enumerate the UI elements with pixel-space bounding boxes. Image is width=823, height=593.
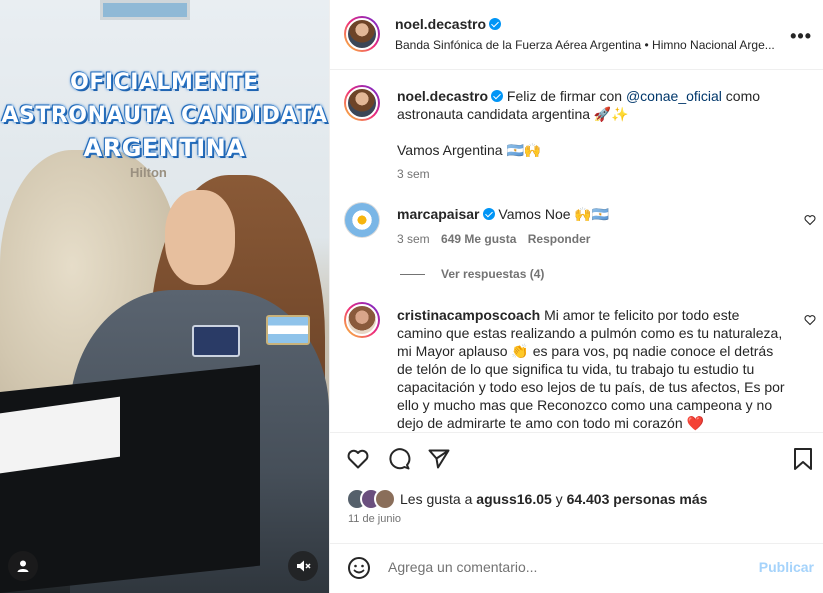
add-comment-bar: Publicar bbox=[330, 543, 823, 593]
post-date[interactable]: 11 de junio bbox=[348, 513, 401, 525]
replies-divider bbox=[400, 274, 425, 275]
verified-badge-icon bbox=[489, 18, 502, 30]
comment-1-likes[interactable]: 649 Me gusta bbox=[441, 232, 516, 246]
commenter-avatar[interactable] bbox=[344, 202, 380, 238]
comment-2-username[interactable]: cristinacamposcoach bbox=[397, 307, 540, 323]
comment-2: cristinacamposcoach Mi amor te felicito … bbox=[397, 306, 787, 431]
share-paper-plane-icon[interactable] bbox=[427, 447, 451, 471]
like-comment-heart-icon[interactable] bbox=[804, 314, 816, 326]
muted-speaker-icon bbox=[297, 560, 311, 572]
comment-1-text: Vamos Noe 🙌🇦🇷 bbox=[498, 206, 610, 222]
likes-prefix: Les gusta a bbox=[400, 491, 477, 507]
mute-button[interactable] bbox=[288, 551, 318, 581]
caption-time[interactable]: 3 sem bbox=[397, 167, 430, 181]
mention-link[interactable]: @conae_oficial bbox=[626, 88, 722, 104]
audio-track-link[interactable]: Banda Sinfónica de la Fuerza Aérea Argen… bbox=[395, 38, 780, 52]
comment-1: marcapaisar Vamos Noe 🙌🇦🇷 bbox=[397, 205, 777, 223]
background-sign: Hilton bbox=[130, 165, 167, 180]
post-panel: noel.decastro Banda Sinfónica de la Fuer… bbox=[329, 0, 823, 593]
comment-1-meta: 3 sem 649 Me gusta Responder bbox=[397, 232, 590, 246]
desk bbox=[0, 364, 260, 593]
caption-text: Feliz de firmar con bbox=[506, 88, 626, 104]
comment-1-time[interactable]: 3 sem bbox=[397, 232, 430, 246]
likes-middle: y bbox=[551, 491, 567, 507]
argentina-flag-patch bbox=[266, 315, 310, 345]
comment-2-text: Mi amor te felicito por todo este camino… bbox=[397, 307, 785, 431]
overlay-title: OFICIALMENTE ASTRONAUTA CANDIDATA ARGENT… bbox=[0, 66, 329, 165]
likes-summary: Les gusta a aguss16.05 y 64.403 personas… bbox=[400, 491, 707, 507]
view-replies-button[interactable]: Ver respuestas (4) bbox=[441, 267, 544, 281]
person-face bbox=[165, 190, 235, 285]
overlay-line-1: OFICIALMENTE bbox=[70, 70, 259, 95]
post-media[interactable]: Hilton OFICIALMENTE ASTRONAUTA CANDIDATA… bbox=[0, 0, 329, 593]
liker-avatar[interactable] bbox=[374, 488, 396, 510]
author-username[interactable]: noel.decastro bbox=[395, 16, 486, 32]
verified-badge-icon bbox=[491, 90, 504, 102]
user-icon bbox=[17, 560, 29, 572]
overlay-line-3: ARGENTINA bbox=[83, 134, 246, 162]
comment-bubble-icon[interactable] bbox=[387, 447, 411, 471]
post-header: noel.decastro Banda Sinfónica de la Fuer… bbox=[330, 0, 823, 70]
caption-username[interactable]: noel.decastro bbox=[397, 88, 488, 104]
author-avatar[interactable] bbox=[344, 16, 380, 52]
comments-section: noel.decastro Feliz de firmar con @conae… bbox=[330, 71, 823, 431]
background-window bbox=[100, 0, 190, 20]
verified-badge-icon bbox=[482, 208, 495, 220]
commenter-avatar[interactable] bbox=[344, 302, 380, 338]
publish-button[interactable]: Publicar bbox=[759, 559, 814, 575]
emoji-icon[interactable] bbox=[347, 556, 371, 580]
caption-avatar[interactable] bbox=[344, 85, 380, 121]
overlay-line-2: ASTRONAUTA CANDIDATA bbox=[1, 103, 328, 128]
more-options-icon[interactable]: ••• bbox=[790, 26, 812, 47]
post-actions: Les gusta a aguss16.05 y 64.403 personas… bbox=[330, 432, 823, 542]
reply-button[interactable]: Responder bbox=[528, 232, 591, 246]
jacket-patch bbox=[192, 325, 240, 357]
save-bookmark-icon[interactable] bbox=[793, 447, 813, 471]
liker-username[interactable]: aguss16.05 bbox=[476, 491, 552, 507]
caption-line-2: Vamos Argentina 🇦🇷🙌 bbox=[397, 142, 542, 158]
caption: noel.decastro Feliz de firmar con @conae… bbox=[397, 87, 797, 123]
tagged-users-button[interactable] bbox=[8, 551, 38, 581]
comment-1-username[interactable]: marcapaisar bbox=[397, 206, 480, 222]
comment-input[interactable] bbox=[388, 559, 748, 575]
likes-count[interactable]: 64.403 personas más bbox=[567, 491, 708, 507]
like-comment-heart-icon[interactable] bbox=[804, 214, 816, 226]
like-heart-icon[interactable] bbox=[346, 447, 370, 471]
